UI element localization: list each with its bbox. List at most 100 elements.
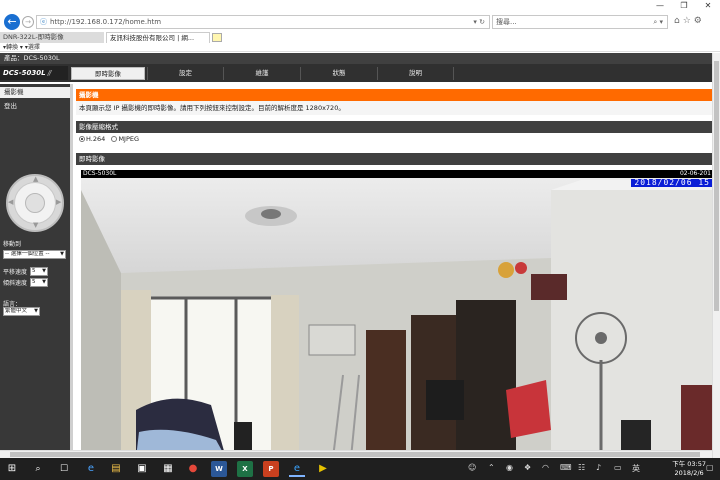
file-explorer-icon[interactable]: ▤ [108, 461, 124, 477]
sidebar-item-logout[interactable]: 登出 [0, 101, 70, 112]
tab-strip: DNR-322L-即時影像 友訊科技股份有限公司 | 網... [0, 32, 720, 43]
network-icon[interactable]: ☷ [578, 463, 585, 472]
language-select[interactable]: 繁體中文 ▼ [3, 307, 40, 316]
tilt-speed-label: 傾斜速度 [3, 280, 28, 287]
dropbox-icon[interactable]: ❖ [524, 463, 531, 472]
language-value: 繁體中文 [5, 308, 28, 314]
tilt-speed-value: 5 [32, 279, 36, 285]
clock-date: 2018/2/6 [674, 469, 704, 477]
sidebar-item-camera[interactable]: 攝影機 [0, 87, 70, 98]
task-view-icon[interactable]: ☐ [56, 461, 72, 477]
url-text: http://192.168.0.172/home.htm [50, 18, 162, 26]
codec-mjpeg-label: MJPEG [118, 135, 140, 143]
tab-dlink[interactable]: 友訊科技股份有限公司 | 網... [106, 32, 210, 43]
window-titlebar: — ❐ ✕ [0, 0, 720, 12]
radio-mjpeg[interactable] [111, 136, 118, 142]
ptz-down-arrow-icon[interactable]: ▼ [33, 221, 38, 229]
tab-dnr[interactable]: DNR-322L-即時影像 [0, 32, 104, 43]
keyboard-icon[interactable]: ⌨ [560, 463, 572, 472]
search-icon[interactable]: ⌕ [30, 461, 46, 477]
favorites-text[interactable]: ▾轉換 ▾ ▾選擇 [3, 44, 40, 51]
media-app-icon[interactable]: ▶ [315, 461, 331, 477]
clock-time: 下午 03:57 [672, 460, 706, 468]
scrollbar-thumb[interactable] [714, 61, 719, 311]
close-button[interactable]: ✕ [696, 0, 720, 12]
powerpoint-icon[interactable]: P [263, 461, 279, 477]
volume-icon[interactable]: ♪ [596, 463, 601, 472]
menu-setup[interactable]: 設定 [147, 67, 223, 80]
product-label: 產品：DCS-5030L [4, 54, 60, 62]
logo-text: DCS-5030L [3, 69, 46, 77]
address-bar[interactable]: ⓔ http://192.168.0.172/home.htm ▾ ↻ [36, 15, 490, 29]
pan-speed-select[interactable]: 5 ▼ [30, 267, 48, 276]
minimize-button[interactable]: — [648, 0, 672, 12]
tilt-speed-select[interactable]: 5 ▼ [30, 278, 48, 287]
gear-icon[interactable]: ⚙ [694, 16, 705, 26]
tray-app-icon[interactable]: ◉ [506, 463, 513, 472]
word-icon[interactable]: W [211, 461, 227, 477]
chevron-up-icon[interactable]: ⌃ [488, 463, 495, 472]
people-icon[interactable]: ☺ [468, 463, 476, 472]
battery-icon[interactable]: ▭ [614, 463, 622, 472]
video-frame-image [81, 178, 713, 458]
taskbar-clock[interactable]: 下午 03:57 2018/2/6 [672, 460, 706, 478]
search-input[interactable]: 搜尋... ⌕ ▾ [492, 15, 668, 29]
store-icon[interactable]: ▣ [134, 461, 150, 477]
codec-h264-option[interactable]: H.264 [79, 135, 105, 143]
menu-maintenance[interactable]: 維護 [223, 67, 300, 80]
format-heading: 影像壓縮格式 [76, 121, 715, 133]
preset-value: -- 選擇一個位置 -- [5, 251, 50, 257]
new-tab-button[interactable] [212, 33, 222, 42]
refresh-icon[interactable]: ▾ ↻ [473, 16, 485, 28]
home-icon[interactable]: ⌂ [674, 16, 683, 26]
main-content: 攝影機 本頁顯示您 IP 攝影機的即時影像。請用下列按鈕來控制設定。目前的解析度… [70, 84, 715, 458]
address-row: ← → ⓔ http://192.168.0.172/home.htm ▾ ↻ 搜… [0, 12, 720, 32]
sidebar: 攝影機 登出 ▲ ▼ ◀ ▶ 移動到 -- 選擇一個位置 -- ▼ 平移速度 5 ▼… [0, 84, 70, 458]
back-button[interactable]: ← [4, 14, 20, 30]
search-icon[interactable]: ⌕ ▾ [653, 16, 663, 28]
ptz-up-arrow-icon[interactable]: ▲ [33, 175, 38, 183]
osd-date-small: 02-06-201 [679, 170, 711, 177]
chevron-down-icon: ▼ [60, 251, 64, 257]
tray-wifi-icon[interactable]: ◠ [542, 463, 549, 472]
ptz-home-button[interactable] [25, 193, 45, 213]
favorites-bar: ▾轉換 ▾ ▾選擇 [0, 43, 720, 52]
vertical-scrollbar[interactable] [712, 53, 720, 458]
menu-status[interactable]: 狀態 [300, 67, 377, 80]
forward-button[interactable]: → [22, 16, 34, 28]
calculator-icon[interactable]: ▦ [160, 461, 176, 477]
ime-icon[interactable]: 英 [632, 463, 640, 474]
chevron-down-icon: ▼ [34, 308, 38, 314]
edge-icon[interactable]: e [83, 461, 99, 477]
ie-page-icon: ⓔ [40, 18, 47, 26]
ptz-control-pad[interactable]: ▲ ▼ ◀ ▶ [6, 174, 64, 232]
favorites-icon[interactable]: ☆ [683, 16, 694, 26]
windows-start-icon[interactable]: ⊞ [4, 461, 20, 477]
page-description: 本頁顯示您 IP 攝影機的即時影像。請用下列按鈕來控制設定。目前的解析度是 12… [76, 101, 715, 115]
preset-select[interactable]: -- 選擇一個位置 -- ▼ [3, 250, 66, 259]
scrollbar-thumb[interactable] [10, 452, 700, 457]
chevron-down-icon: ▼ [42, 279, 46, 285]
section-title: 攝影機 [76, 89, 715, 101]
live-video-feed[interactable]: DCS-5030L 02-06-201 2018/02/06 15 [81, 170, 713, 458]
ptz-right-arrow-icon[interactable]: ▶ [56, 198, 61, 206]
menu-live-video[interactable]: 即時影像 [71, 67, 145, 80]
excel-icon[interactable]: X [237, 461, 253, 477]
product-logo: DCS-5030L// [0, 66, 68, 80]
pan-speed-label: 平移速度 [3, 269, 28, 276]
menu-help[interactable]: 說明 [377, 67, 454, 80]
horizontal-scrollbar[interactable] [0, 450, 712, 458]
product-bar: 產品：DCS-5030L [0, 53, 720, 64]
tab-label: DNR-322L-即時影像 [3, 33, 64, 41]
ptz-left-arrow-icon[interactable]: ◀ [8, 198, 13, 206]
codec-options: H.264 MJPEG [76, 133, 715, 146]
notification-icon[interactable]: ▢ [706, 463, 714, 472]
top-menu: DCS-5030L// 即時影像 設定 維護 狀態 說明 [0, 64, 720, 82]
ie-taskbar-icon[interactable]: e [289, 461, 305, 477]
search-placeholder: 搜尋... [496, 18, 517, 26]
codec-mjpeg-option[interactable]: MJPEG [111, 135, 139, 143]
chrome-icon[interactable]: ● [185, 461, 201, 477]
radio-h264[interactable] [79, 136, 85, 142]
pan-speed-value: 5 [32, 268, 36, 274]
maximize-button[interactable]: ❐ [672, 0, 696, 12]
